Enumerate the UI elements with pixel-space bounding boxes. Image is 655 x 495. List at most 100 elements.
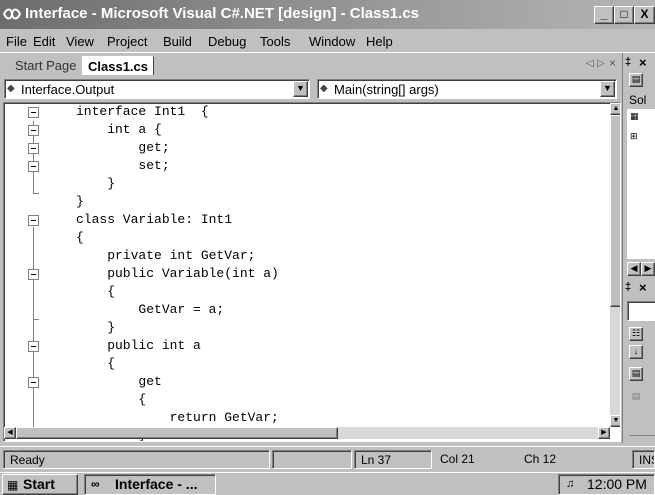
scroll-left-icon[interactable]: ◀: [4, 427, 16, 439]
expand-icon[interactable]: ⊞: [630, 131, 638, 142]
code-line[interactable]: GetVar = a;: [76, 301, 224, 319]
scroll-right-icon[interactable]: ▶: [598, 427, 610, 439]
chevron-down-icon[interactable]: ▼: [293, 81, 308, 97]
tab-scroll-right-icon[interactable]: ▷: [597, 58, 605, 69]
code-line[interactable]: class Variable: Int1: [76, 211, 232, 229]
document-tabs: Start Page Class1.cs ◁ ▷ ×: [0, 53, 622, 77]
menu-build[interactable]: Build: [163, 34, 192, 49]
docked-tool-panels: ‡ × ▤ Sol ▦ ⊞ ◀ ▶ ‡ × ☷ ↓ ▤ ▤: [622, 53, 655, 443]
code-line[interactable]: public Variable(int a): [76, 265, 279, 283]
maximize-button[interactable]: □: [614, 6, 634, 24]
menu-edit[interactable]: Edit: [33, 34, 55, 49]
code-line[interactable]: {: [76, 229, 84, 247]
vs-app-icon: ∞: [91, 477, 100, 491]
menu-tools[interactable]: Tools: [260, 34, 290, 49]
code-line[interactable]: get;: [76, 139, 169, 157]
code-line[interactable]: int a {: [76, 121, 162, 139]
system-tray: ♫ 12:00 PM: [558, 474, 655, 495]
code-line[interactable]: return GetVar;: [76, 409, 279, 427]
alphabetical-icon[interactable]: ↓: [629, 345, 643, 359]
scroll-left-icon[interactable]: ◀: [627, 262, 641, 276]
code-line[interactable]: }: [76, 175, 115, 193]
collapse-icon[interactable]: [28, 125, 39, 136]
method-icon: ◆: [320, 83, 328, 94]
volume-icon[interactable]: ♫: [566, 478, 574, 490]
class-icon: ◆: [7, 83, 15, 94]
tab-class1-cs[interactable]: Class1.cs: [82, 56, 154, 75]
task-button-interface[interactable]: ∞ Interface - ...: [84, 474, 216, 495]
horizontal-scrollbar[interactable]: ◀ ▶: [4, 427, 610, 439]
minimize-button[interactable]: _: [594, 6, 614, 24]
code-line[interactable]: set;: [76, 157, 169, 175]
code-line[interactable]: public int a: [76, 337, 201, 355]
outline-gutter: [4, 103, 50, 428]
start-label: Start: [23, 476, 55, 492]
fold-end: [33, 319, 39, 320]
type-selector-combo[interactable]: ◆ Interface.Output ▼: [4, 79, 310, 99]
member-selector-value: Main(string[] args): [334, 82, 439, 97]
collapse-icon[interactable]: [28, 215, 39, 226]
status-insert-mode: INS: [632, 450, 655, 469]
collapse-icon[interactable]: [28, 161, 39, 172]
categorized-icon[interactable]: ☷: [629, 327, 643, 341]
code-line[interactable]: {: [76, 355, 115, 373]
collapse-icon[interactable]: [28, 143, 39, 154]
title-bar[interactable]: Interface - Microsoft Visual C#.NET [des…: [0, 0, 655, 29]
scroll-up-icon[interactable]: ▲: [610, 103, 620, 115]
pin-icon[interactable]: ‡: [625, 281, 631, 293]
status-ready: Ready: [3, 450, 270, 469]
project-icon: ▦: [630, 111, 639, 121]
scroll-down-icon[interactable]: ▼: [610, 415, 620, 427]
show-all-files-icon[interactable]: ▤: [629, 73, 643, 87]
horizontal-scroll-thumb[interactable]: [16, 427, 338, 439]
vertical-scroll-thumb[interactable]: [610, 115, 620, 307]
member-selector-combo[interactable]: ◆ Main(string[] args) ▼: [317, 79, 617, 99]
code-line[interactable]: {: [76, 391, 146, 409]
status-empty: [272, 450, 352, 469]
code-line[interactable]: private int GetVar;: [76, 247, 255, 265]
menu-window[interactable]: Window: [309, 34, 355, 49]
code-line[interactable]: get: [76, 373, 161, 391]
menu-view[interactable]: View: [66, 34, 94, 49]
properties-icon[interactable]: ▤: [629, 367, 643, 381]
code-line[interactable]: }: [76, 193, 84, 211]
task-label: Interface - ...: [115, 476, 198, 492]
tab-scroll-left-icon[interactable]: ◁: [586, 58, 594, 69]
tab-close-icon[interactable]: ×: [609, 56, 616, 70]
collapse-icon[interactable]: [28, 377, 39, 388]
collapse-icon[interactable]: [28, 269, 39, 280]
chevron-down-icon[interactable]: ▼: [600, 81, 615, 97]
start-button[interactable]: ▦ Start: [2, 474, 78, 495]
menu-file[interactable]: File: [6, 34, 27, 49]
scroll-right-icon[interactable]: ▶: [641, 262, 655, 276]
vertical-scrollbar[interactable]: ▲ ▼: [610, 103, 620, 427]
tab-start-page[interactable]: Start Page: [10, 56, 81, 75]
panel-close-icon[interactable]: ×: [639, 55, 647, 70]
menu-help[interactable]: Help: [366, 34, 393, 49]
window-title: Interface - Microsoft Visual C#.NET [des…: [25, 5, 419, 22]
menu-bar: File Edit View Project Build Debug Tools…: [0, 29, 655, 53]
panel-close-icon[interactable]: ×: [639, 280, 647, 295]
pin-icon[interactable]: ‡: [625, 56, 631, 68]
fold-end: [33, 193, 39, 194]
code-line[interactable]: {: [76, 283, 115, 301]
close-button[interactable]: X: [634, 6, 655, 24]
status-line: Ln 37: [354, 450, 432, 469]
menu-debug[interactable]: Debug: [208, 34, 246, 49]
menu-project[interactable]: Project: [107, 34, 147, 49]
solution-tree[interactable]: ▦ ⊞: [627, 109, 655, 259]
solution-explorer-label: Sol: [629, 93, 647, 107]
properties-object-combo[interactable]: [627, 301, 655, 321]
vs-app-icon: [3, 8, 21, 20]
panel-divider: [629, 435, 655, 436]
type-selector-value: Interface.Output: [21, 82, 115, 97]
windows-logo-icon: ▦: [7, 478, 19, 492]
collapse-icon[interactable]: [28, 107, 39, 118]
code-line[interactable]: interface Int1 {: [76, 103, 209, 121]
taskbar: ▦ Start ∞ Interface - ... ♫ 12:00 PM: [0, 472, 655, 495]
code-line[interactable]: }: [76, 319, 115, 337]
code-editor[interactable]: interface Int1 { int a { get; set; } } c…: [3, 102, 621, 442]
status-char: Ch 12: [524, 452, 557, 466]
property-pages-icon[interactable]: ▤: [629, 391, 643, 405]
collapse-icon[interactable]: [28, 341, 39, 352]
